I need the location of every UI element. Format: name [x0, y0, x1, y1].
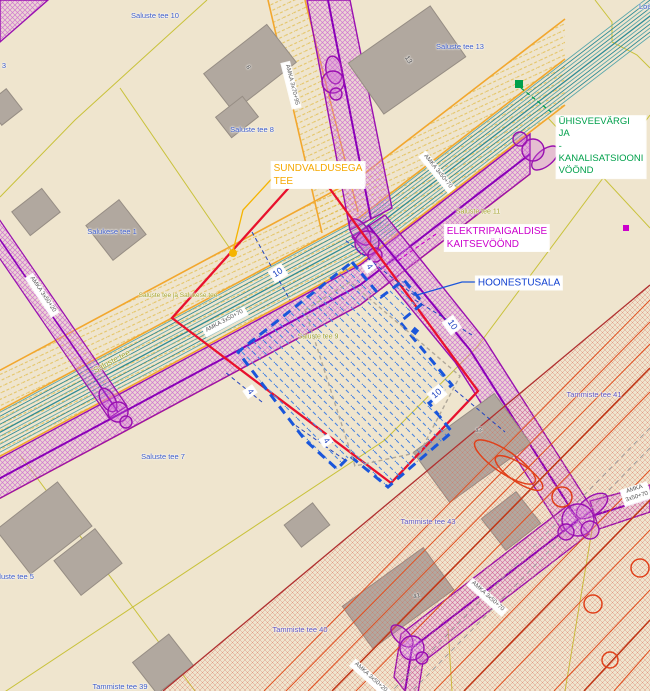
water-marker-square [515, 80, 523, 88]
building [216, 96, 259, 137]
building [0, 89, 22, 125]
map-artwork [0, 0, 650, 691]
electric-marker-square [623, 225, 629, 231]
boundary-point-blue [411, 327, 419, 335]
building [284, 503, 330, 547]
planning-map-canvas[interactable]: Saluste tee 10Saluste tee 13Saluste tee … [0, 0, 650, 691]
building [86, 200, 146, 261]
building [12, 188, 60, 235]
sundvaldus-marker-dot [229, 249, 237, 257]
